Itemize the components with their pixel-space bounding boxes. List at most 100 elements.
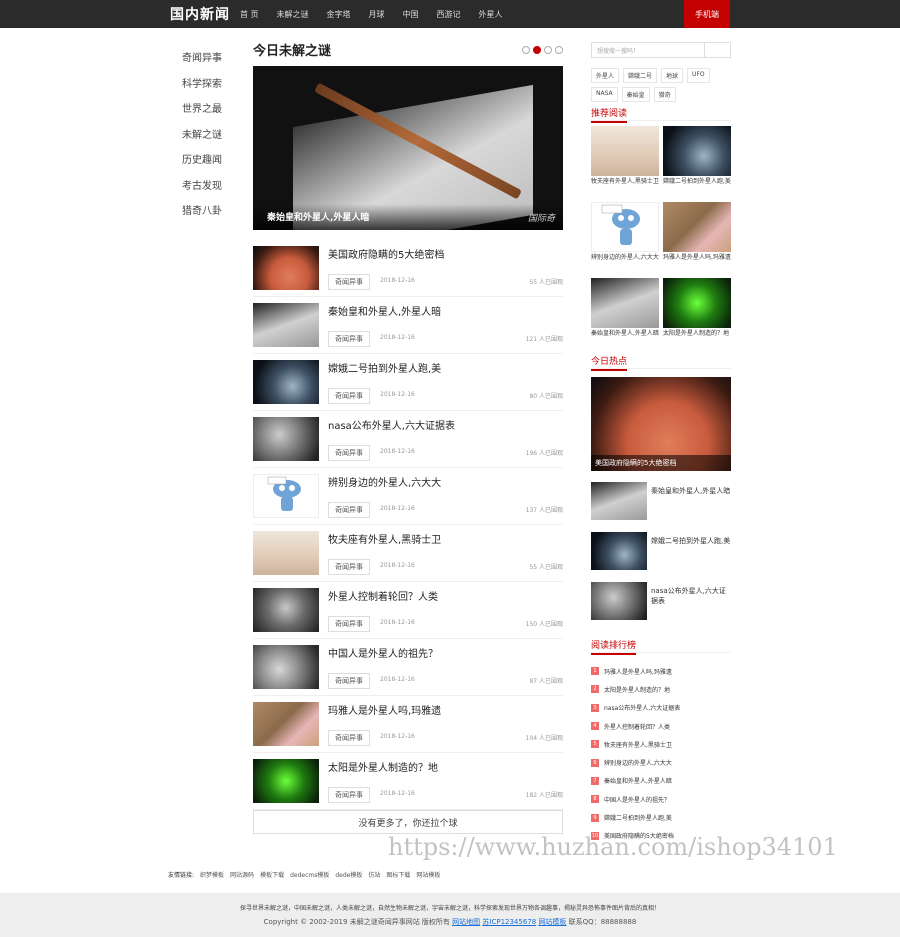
left-menu-item[interactable]: 世界之最 xyxy=(170,95,240,121)
article-thumbnail[interactable] xyxy=(253,417,319,461)
carousel-dot[interactable] xyxy=(522,46,530,54)
footer-sitemap-link[interactable]: 网站地图 xyxy=(452,918,480,926)
tag-link[interactable]: 外星人 xyxy=(591,68,620,83)
friend-link[interactable]: 图标下载 xyxy=(386,870,410,879)
article-category[interactable]: 奇闻异事 xyxy=(328,730,370,746)
article-category[interactable]: 奇闻异事 xyxy=(328,616,370,632)
article-thumbnail[interactable] xyxy=(253,531,319,575)
article-thumbnail[interactable] xyxy=(253,588,319,632)
load-more-button[interactable]: 没有更多了，你还拉个球 xyxy=(253,810,563,834)
recommend-thumbnail[interactable] xyxy=(591,126,659,176)
article-thumbnail[interactable] xyxy=(253,702,319,746)
rank-item-title[interactable]: 嫦娥二号拍到外星人跑,美 xyxy=(604,813,672,822)
today-hot-caption[interactable]: 美国政府隐瞒的5大绝密档 xyxy=(595,458,676,468)
site-logo[interactable]: 国内新闻 xyxy=(170,4,230,24)
rank-item[interactable]: 9 嫦娥二号拍到外星人跑,美 xyxy=(591,808,731,826)
article-thumbnail[interactable] xyxy=(253,645,319,689)
rank-item[interactable]: 1 玛雅人是外星人吗,玛雅遗 xyxy=(591,662,731,680)
recommend-item[interactable]: 牧夫座有外星人,黑骑士卫 xyxy=(591,126,659,198)
rank-item[interactable]: 7 秦始皇和外星人,外星人暗 xyxy=(591,772,731,790)
nav-mysteries[interactable]: 未解之谜 xyxy=(277,9,309,20)
article-category[interactable]: 奇闻异事 xyxy=(328,445,370,461)
rank-item-title[interactable]: 辨别身边的外星人,六大大 xyxy=(604,758,672,767)
article-thumbnail[interactable] xyxy=(253,360,319,404)
recommend-thumbnail[interactable] xyxy=(591,202,659,252)
article-thumbnail[interactable] xyxy=(253,474,319,518)
article-title[interactable]: 秦始皇和外星人,外星人暗 xyxy=(328,303,441,318)
recommend-item[interactable]: 辨别身边的外星人,六大大 xyxy=(591,202,659,274)
article-title[interactable]: 美国政府隐瞒的5大绝密档 xyxy=(328,246,444,261)
article-item[interactable]: 嫦娥二号拍到外星人跑,美 奇闻异事 2018-12-16 80 人已围观 xyxy=(253,354,563,411)
hero-caption[interactable]: 秦始皇和外星人,外星人暗 xyxy=(267,210,369,223)
article-category[interactable]: 奇闻异事 xyxy=(328,787,370,803)
article-title[interactable]: 嫦娥二号拍到外星人跑,美 xyxy=(328,360,441,375)
recommend-caption[interactable]: 玛雅人是外星人吗,玛雅遗 xyxy=(663,254,731,262)
left-menu-item[interactable]: 历史趣闻 xyxy=(170,146,240,172)
mobile-site-button[interactable]: 手机端 xyxy=(684,0,730,28)
article-item[interactable]: 美国政府隐瞒的5大绝密档 奇闻异事 2018-12-16 55 人已围观 xyxy=(253,240,563,297)
rank-item[interactable]: 2 太阳是外星人制造的？地 xyxy=(591,680,731,698)
carousel-dot[interactable] xyxy=(555,46,563,54)
recommend-thumbnail[interactable] xyxy=(663,202,731,252)
carousel-dot[interactable] xyxy=(544,46,552,54)
rank-item-title[interactable]: 秦始皇和外星人,外星人暗 xyxy=(604,776,672,785)
rank-item-title[interactable]: 玛雅人是外星人吗,玛雅遗 xyxy=(604,667,672,676)
article-item[interactable]: 中国人是外星人的祖先？ 奇闻异事 2018-12-16 87 人已围观 xyxy=(253,639,563,696)
carousel-dot-active[interactable] xyxy=(533,46,541,54)
hero-carousel-slide[interactable]: 秦始皇和外星人,外星人暗 国际奇 xyxy=(253,66,563,230)
left-menu-item[interactable]: 未解之谜 xyxy=(170,121,240,147)
nav-home[interactable]: 首 页 xyxy=(240,9,259,20)
recommend-thumbnail[interactable] xyxy=(663,126,731,176)
rank-item[interactable]: 5 牧夫座有外星人,黑骑士卫 xyxy=(591,735,731,753)
recommend-caption[interactable]: 嫦娥二号拍到外星人跑,美 xyxy=(663,178,731,186)
article-category[interactable]: 奇闻异事 xyxy=(328,388,370,404)
today-hot-item-title[interactable]: 秦始皇和外星人,外星人暗 xyxy=(651,486,731,496)
friend-link[interactable]: dede模板 xyxy=(335,870,362,879)
nav-pyramid[interactable]: 金字塔 xyxy=(327,9,351,20)
article-category[interactable]: 奇闻异事 xyxy=(328,502,370,518)
article-item[interactable]: 秦始皇和外星人,外星人暗 奇闻异事 2018-12-16 121 人已围观 xyxy=(253,297,563,354)
today-hot-thumbnail[interactable] xyxy=(591,482,647,520)
article-category[interactable]: 奇闻异事 xyxy=(328,274,370,290)
article-title[interactable]: 牧夫座有外星人,黑骑士卫 xyxy=(328,531,441,546)
rank-item[interactable]: 4 外星人控制着轮回？人类 xyxy=(591,717,731,735)
article-category[interactable]: 奇闻异事 xyxy=(328,331,370,347)
search-input[interactable]: 想搜搜一搜吗！ xyxy=(597,46,639,55)
rank-item[interactable]: 8 中国人是外星人的祖先？ xyxy=(591,790,731,808)
recommend-thumbnail[interactable] xyxy=(591,278,659,328)
article-item[interactable]: nasa公布外星人,六大证据表 奇闻异事 2018-12-16 196 人已围观 xyxy=(253,411,563,468)
article-title[interactable]: 外星人控制着轮回？人类 xyxy=(328,588,438,603)
tag-link[interactable]: 猎奇 xyxy=(653,87,676,102)
left-menu-item[interactable]: 奇闻异事 xyxy=(170,44,240,70)
rank-item-title[interactable]: 中国人是外星人的祖先？ xyxy=(604,795,670,804)
friend-link[interactable]: 仿站 xyxy=(368,870,380,879)
recommend-caption[interactable]: 太阳是外星人制造的？地 xyxy=(663,330,731,338)
article-thumbnail[interactable] xyxy=(253,303,319,347)
friend-link[interactable]: 网站源码 xyxy=(230,870,254,879)
article-title[interactable]: nasa公布外星人,六大证据表 xyxy=(328,417,455,432)
today-hot-feature[interactable]: 美国政府隐瞒的5大绝密档 xyxy=(591,377,731,471)
article-item[interactable]: 太阳是外星人制造的？地 奇闻异事 2018-12-16 182 人已围观 xyxy=(253,753,563,810)
article-thumbnail[interactable] xyxy=(253,246,319,290)
today-hot-item[interactable]: nasa公布外星人,六大证据表 xyxy=(591,582,731,632)
left-menu-item[interactable]: 科学探索 xyxy=(170,70,240,96)
tag-link[interactable]: NASA xyxy=(591,87,618,102)
rank-item-title[interactable]: 太阳是外星人制造的？地 xyxy=(604,685,670,694)
recommend-item[interactable]: 太阳是外星人制造的？地 xyxy=(663,278,731,350)
nav-moon[interactable]: 月球 xyxy=(369,9,385,20)
recommend-thumbnail[interactable] xyxy=(663,278,731,328)
nav-aliens[interactable]: 外星人 xyxy=(479,9,503,20)
today-hot-item[interactable]: 秦始皇和外星人,外星人暗 xyxy=(591,482,731,532)
tag-link[interactable]: 嫦娥二号 xyxy=(623,68,658,83)
article-item[interactable]: 外星人控制着轮回？人类 奇闻异事 2018-12-16 150 人已围观 xyxy=(253,582,563,639)
tag-link[interactable]: UFO xyxy=(687,68,710,83)
article-item[interactable]: 牧夫座有外星人,黑骑士卫 奇闻异事 2018-12-16 55 人已围观 xyxy=(253,525,563,582)
article-title[interactable]: 辨别身边的外星人,六大大 xyxy=(328,474,441,489)
tag-link[interactable]: 秦始皇 xyxy=(621,87,650,102)
recommend-caption[interactable]: 秦始皇和外星人,外星人暗 xyxy=(591,330,659,338)
rank-item-title[interactable]: nasa公布外星人,六大证据表 xyxy=(604,703,680,712)
nav-journey-west[interactable]: 西游记 xyxy=(437,9,461,20)
footer-icp-link[interactable]: 苏ICP12345678 xyxy=(482,918,536,926)
friend-link[interactable]: 模板下载 xyxy=(260,870,284,879)
recommend-caption[interactable]: 牧夫座有外星人,黑骑士卫 xyxy=(591,178,659,186)
